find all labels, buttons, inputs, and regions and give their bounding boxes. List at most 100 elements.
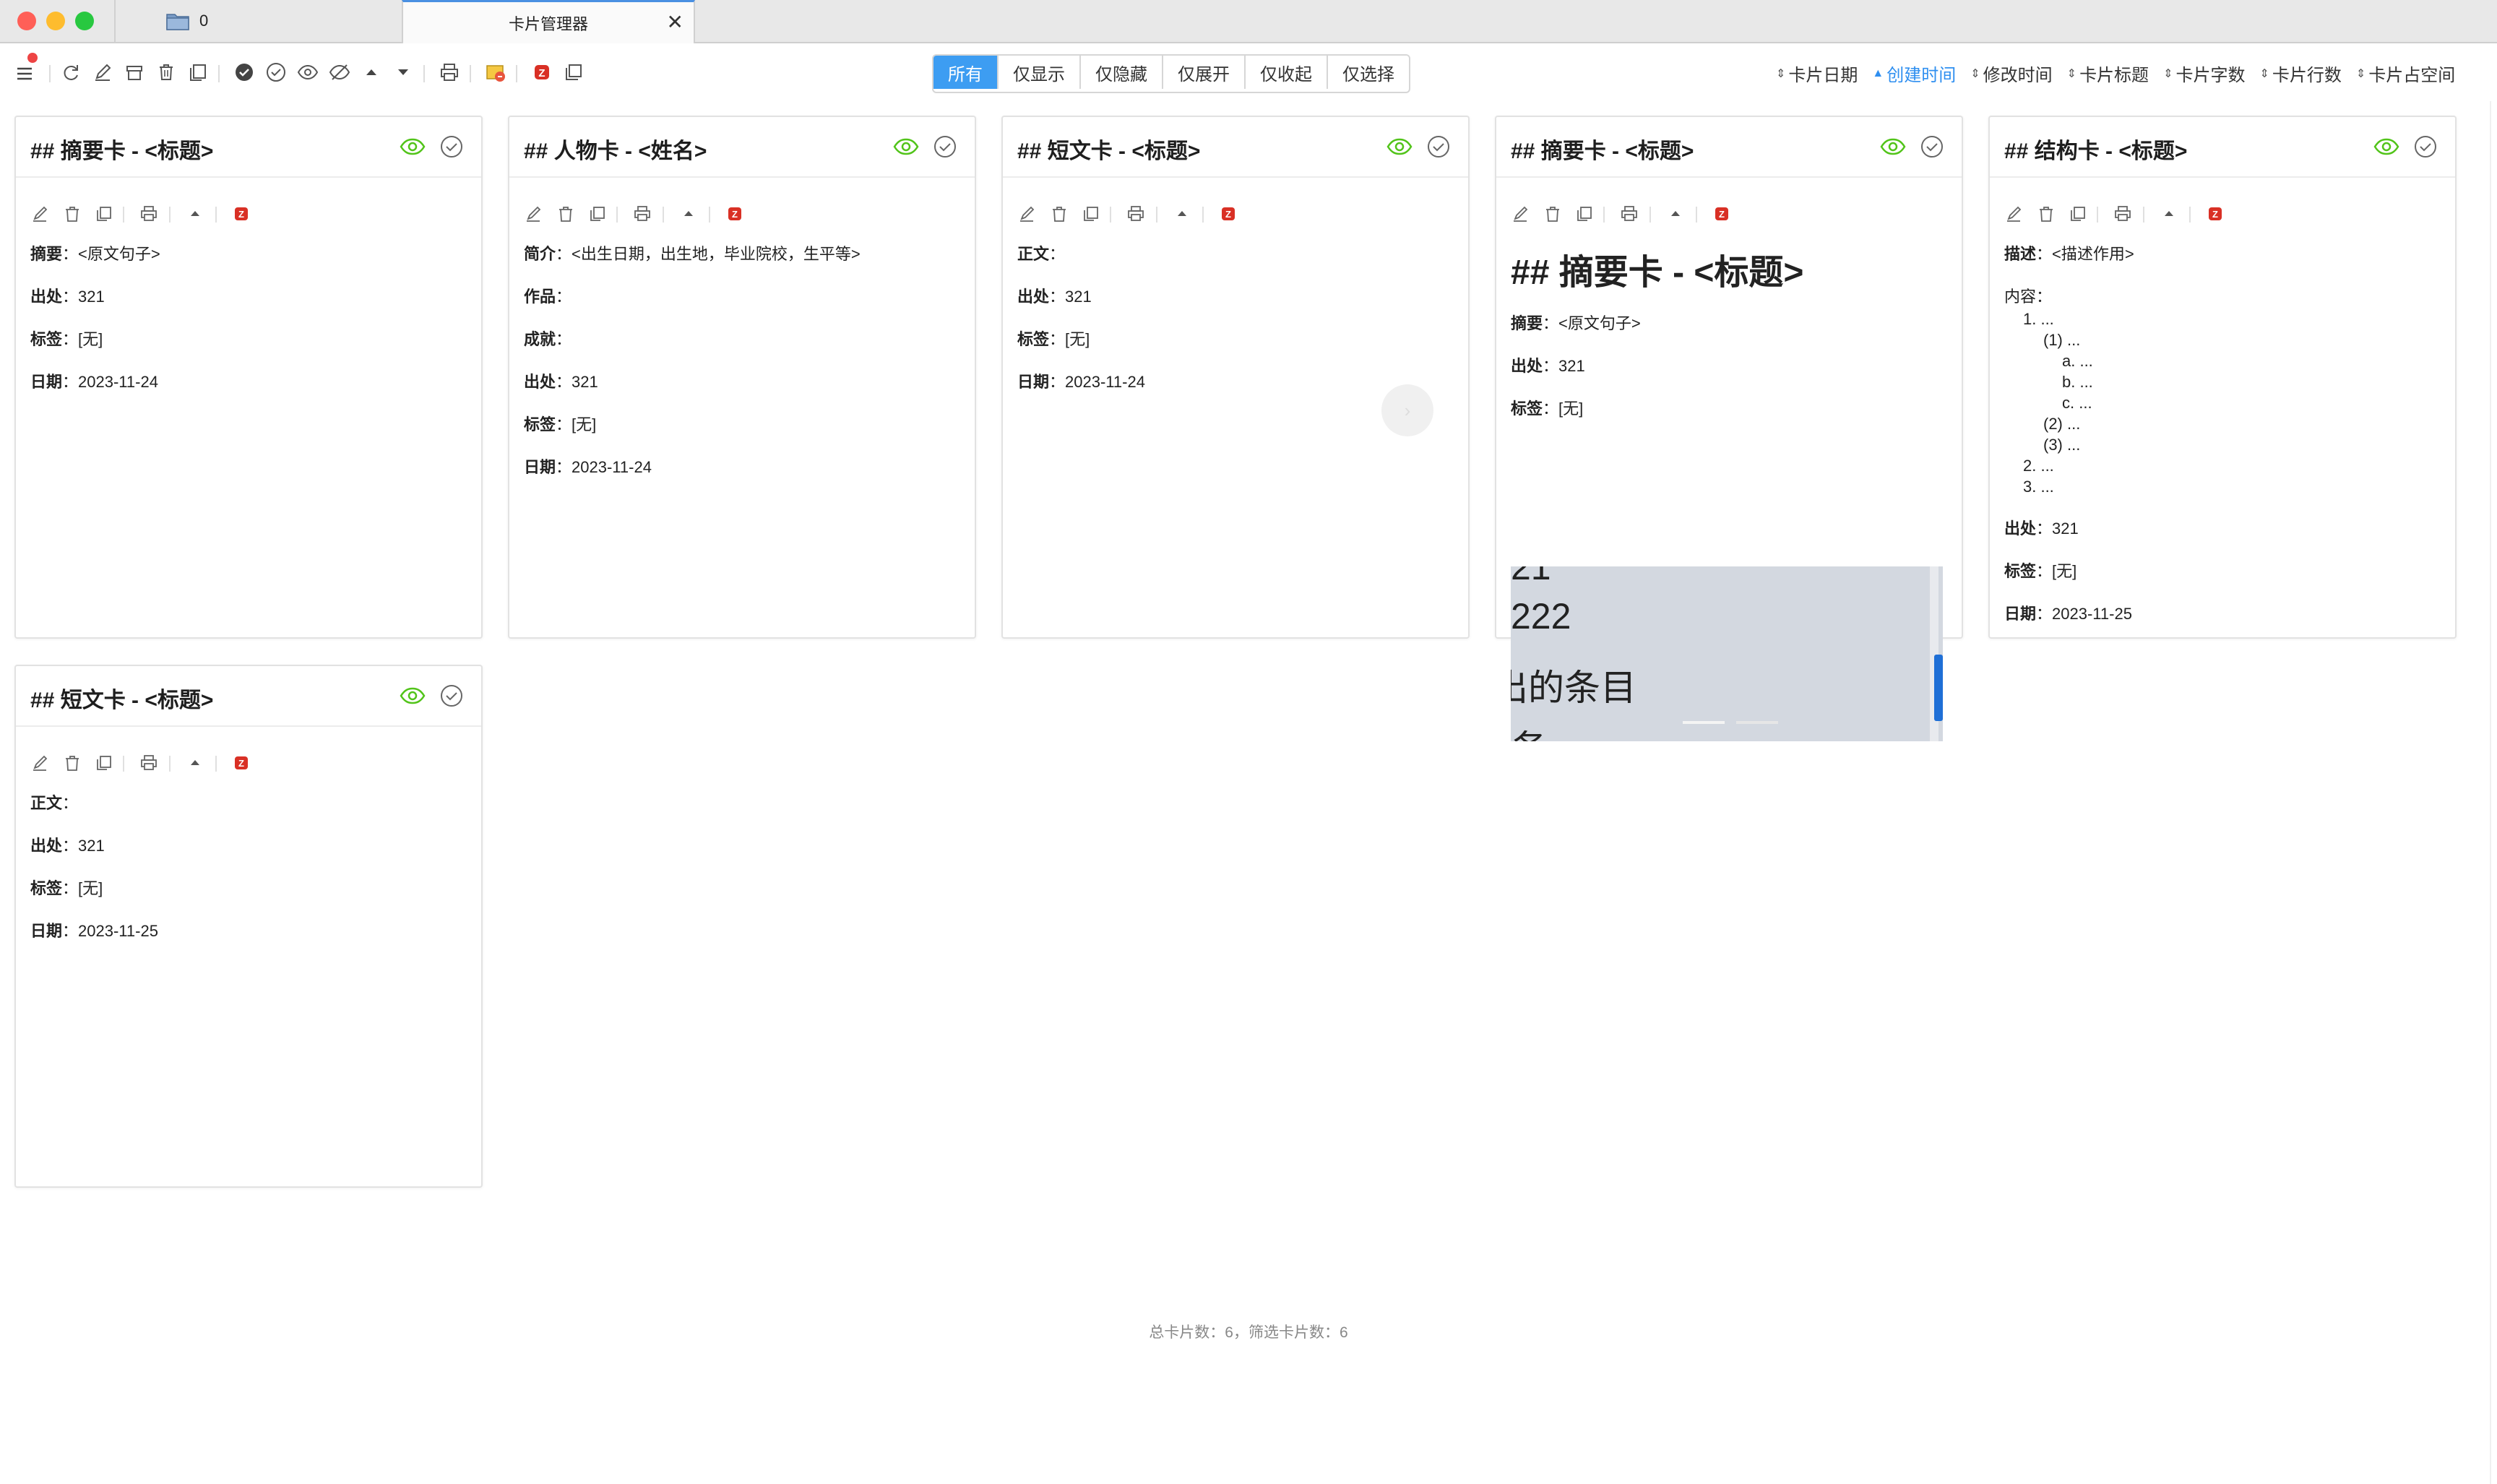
print-icon[interactable] bbox=[632, 204, 652, 224]
trash-icon[interactable] bbox=[62, 204, 82, 224]
collapse-icon[interactable] bbox=[2159, 204, 2179, 224]
filter-shown-button[interactable]: 仅显示 bbox=[999, 56, 1081, 89]
filter-selected-button[interactable]: 仅选择 bbox=[1328, 56, 1409, 89]
check-circle-icon[interactable] bbox=[2413, 134, 2438, 159]
sort-created-time[interactable]: ▲ 创建时间 bbox=[1872, 61, 1956, 86]
toolbar-divider bbox=[218, 65, 220, 82]
sort-word-count[interactable]: ⇕ 卡片字数 bbox=[2163, 61, 2245, 86]
collapse-icon[interactable] bbox=[678, 204, 699, 224]
triangle-up-icon[interactable] bbox=[360, 61, 383, 84]
print-icon[interactable] bbox=[1619, 204, 1639, 224]
tab-card-manager[interactable]: 卡片管理器 ✕ bbox=[402, 0, 695, 44]
brand-icon[interactable]: Z bbox=[1218, 204, 1238, 224]
card[interactable]: ## 结构卡 - <标题> Z 描述：<描述作用> 内容： 1. ... (1)… bbox=[1988, 116, 2457, 639]
field-row: 标签：[无] bbox=[1017, 330, 1090, 348]
window-minimize-button[interactable] bbox=[46, 12, 65, 30]
triangle-down-icon[interactable] bbox=[392, 61, 415, 84]
next-arrow-button[interactable]: › bbox=[1381, 384, 1433, 436]
image-preview[interactable]: 21 222 出的条目 务 bbox=[1511, 566, 1943, 741]
edit-icon[interactable] bbox=[30, 753, 51, 773]
brand-icon[interactable]: Z bbox=[725, 204, 745, 224]
eye-icon[interactable] bbox=[399, 134, 426, 159]
copy-icon[interactable] bbox=[94, 204, 114, 224]
print-icon[interactable] bbox=[139, 753, 159, 773]
check-circle-icon[interactable] bbox=[264, 61, 288, 84]
sort-line-count[interactable]: ⇕ 卡片行数 bbox=[2259, 61, 2341, 86]
collapse-icon[interactable] bbox=[1172, 204, 1192, 224]
check-circle-icon[interactable] bbox=[933, 134, 957, 159]
eye-icon[interactable] bbox=[1879, 134, 1907, 159]
tab-folder[interactable]: 0 bbox=[114, 0, 402, 42]
copy-icon[interactable] bbox=[2068, 204, 2088, 224]
tab-close-icon[interactable]: ✕ bbox=[667, 12, 683, 33]
refresh-icon[interactable] bbox=[59, 61, 82, 84]
card[interactable]: ## 短文卡 - <标题> Z 正文： 出处：321 标签：[无] 日期：202… bbox=[14, 665, 483, 1188]
edit-icon[interactable] bbox=[524, 204, 544, 224]
filter-collapsed-button[interactable]: 仅收起 bbox=[1246, 56, 1328, 89]
brand-icon[interactable]: Z bbox=[1712, 204, 1732, 224]
trash-icon[interactable] bbox=[1049, 204, 1069, 224]
sort-modified-time[interactable]: ⇕ 修改时间 bbox=[1970, 61, 2052, 86]
trash-icon[interactable] bbox=[2036, 204, 2056, 224]
check-circle-icon[interactable] bbox=[1426, 134, 1451, 159]
brand-icon[interactable]: Z bbox=[231, 204, 251, 224]
sort-card-date[interactable]: ⇕ 卡片日期 bbox=[1776, 61, 1858, 86]
card[interactable]: ## 摘要卡 - <标题> Z ## 摘要卡 - <标题> 摘要：<原文句子> … bbox=[1495, 116, 1963, 741]
check-filled-icon[interactable] bbox=[233, 61, 256, 84]
carousel-indicator[interactable] bbox=[1683, 721, 1725, 724]
edit-icon[interactable] bbox=[30, 204, 51, 224]
trash-icon[interactable] bbox=[1543, 204, 1563, 224]
card-header: ## 结构卡 - <标题> bbox=[1990, 117, 2455, 178]
trash-icon[interactable] bbox=[155, 61, 178, 84]
eye-icon[interactable] bbox=[296, 61, 319, 84]
copy-icon[interactable] bbox=[1574, 204, 1595, 224]
print-icon[interactable] bbox=[438, 61, 461, 84]
copy-icon[interactable] bbox=[94, 753, 114, 773]
brand-icon[interactable]: Z bbox=[530, 61, 553, 84]
check-circle-icon[interactable] bbox=[439, 134, 464, 159]
eye-icon[interactable] bbox=[2373, 134, 2400, 159]
menu-icon[interactable] bbox=[13, 62, 36, 85]
trash-icon[interactable] bbox=[556, 204, 576, 224]
card[interactable]: ## 短文卡 - <标题> Z 正文： 出处：321 标签：[无] 日期：202… bbox=[1001, 116, 1470, 639]
sort-card-title[interactable]: ⇕ 卡片标题 bbox=[2067, 61, 2149, 86]
eye-icon[interactable] bbox=[892, 134, 920, 159]
edit-icon[interactable] bbox=[1017, 204, 1038, 224]
print-icon[interactable] bbox=[2113, 204, 2133, 224]
brand-icon[interactable]: Z bbox=[2205, 204, 2225, 224]
field-row: 日期：2023-11-25 bbox=[2004, 605, 2132, 623]
filter-all-button[interactable]: 所有 bbox=[933, 56, 999, 89]
collapse-icon[interactable] bbox=[185, 204, 205, 224]
edit-icon[interactable] bbox=[91, 61, 114, 84]
check-circle-icon[interactable] bbox=[1920, 134, 1944, 159]
preview-scroll-handle[interactable] bbox=[1934, 655, 1943, 721]
eye-icon[interactable] bbox=[399, 683, 426, 708]
trash-icon[interactable] bbox=[62, 753, 82, 773]
copy-icon[interactable] bbox=[1081, 204, 1101, 224]
sort-space-used[interactable]: ⇕ 卡片占空间 bbox=[2356, 61, 2455, 86]
edit-icon[interactable] bbox=[2004, 204, 2024, 224]
print-icon[interactable] bbox=[139, 204, 159, 224]
card[interactable]: ## 人物卡 - <姓名> Z 简介：<出生日期，出生地，毕业院校，生平等> 作… bbox=[508, 116, 976, 639]
copy-icon[interactable] bbox=[587, 204, 608, 224]
card[interactable]: ## 摘要卡 - <标题> Z 摘要：<原文句子> 出处：321 标签：[无] … bbox=[14, 116, 483, 639]
window-close-button[interactable] bbox=[17, 12, 36, 30]
eye-off-icon[interactable] bbox=[328, 61, 351, 84]
image-icon[interactable] bbox=[484, 61, 507, 84]
brand-icon[interactable]: Z bbox=[231, 753, 251, 773]
carousel-indicator[interactable] bbox=[1736, 721, 1778, 724]
copy-icon[interactable] bbox=[186, 61, 210, 84]
duplicate-icon[interactable] bbox=[562, 61, 585, 84]
collapse-icon[interactable] bbox=[1665, 204, 1686, 224]
edit-icon[interactable] bbox=[1511, 204, 1531, 224]
archive-icon[interactable] bbox=[123, 61, 146, 84]
print-icon[interactable] bbox=[1126, 204, 1146, 224]
check-circle-icon[interactable] bbox=[439, 683, 464, 708]
window-maximize-button[interactable] bbox=[75, 12, 94, 30]
field-value: <描述作用> bbox=[2052, 245, 2134, 263]
eye-icon[interactable] bbox=[1386, 134, 1413, 159]
filter-hidden-button[interactable]: 仅隐藏 bbox=[1081, 56, 1163, 89]
filter-expanded-button[interactable]: 仅展开 bbox=[1163, 56, 1246, 89]
field-value: 321 bbox=[2052, 519, 2079, 538]
collapse-icon[interactable] bbox=[185, 753, 205, 773]
